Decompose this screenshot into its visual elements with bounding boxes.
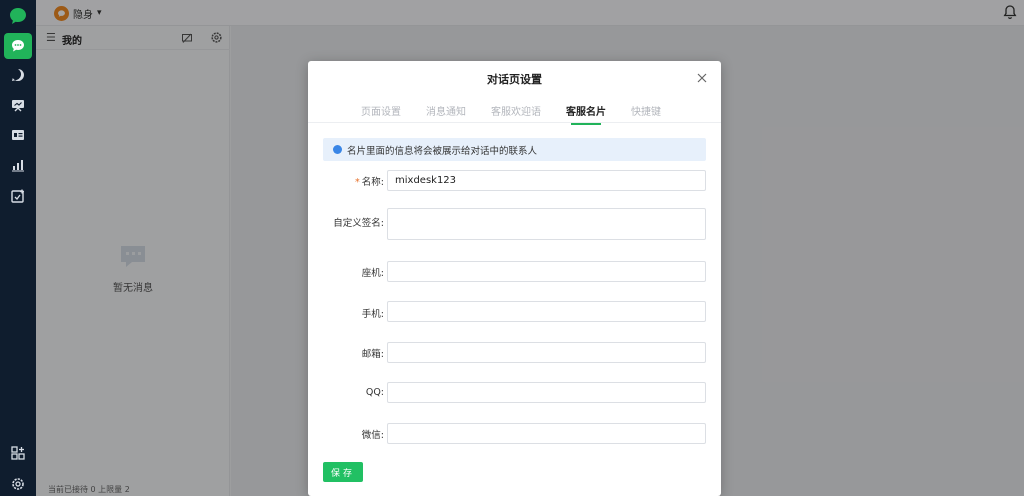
nav-chat[interactable] [4,33,32,59]
info-notice: 名片里面的信息将会被展示给对话中的联系人 [323,138,706,161]
chat-page-settings-dialog: 对话页设置 页面设置 消息通知 客服欢迎语 客服名片 快捷键 名片里面的信息将会… [308,61,721,496]
nav-monitor[interactable] [4,92,32,118]
wechat-input[interactable] [387,423,706,444]
history-icon [12,69,24,81]
tab-shortcuts[interactable]: 快捷键 [631,103,661,123]
ticket-icon [11,189,24,203]
required-mark: * [355,177,360,188]
stats-icon [12,160,24,172]
tab-agent-welcome[interactable]: 客服欢迎语 [491,103,541,123]
info-icon [333,145,342,154]
monitor-icon [12,100,24,112]
save-button[interactable]: 保存 [323,462,363,482]
left-rail [0,0,36,496]
mobile-label: 手机: [361,309,384,320]
nav-settings[interactable] [4,471,32,496]
email-label: 邮箱: [361,349,384,360]
apps-icon [11,446,25,460]
chat-icon [12,40,24,52]
nav-contacts[interactable] [4,122,32,148]
tab-agent-card[interactable]: 客服名片 [566,103,606,125]
nav-tickets[interactable] [4,183,32,209]
name-label: * 名称: [308,174,384,188]
landline-input[interactable] [387,261,706,282]
nav-stats[interactable] [4,152,32,178]
dialog-title: 对话页设置 [487,73,542,86]
nav-apps[interactable] [4,440,32,466]
notice-text: 名片里面的信息将会被展示给对话中的联系人 [347,145,538,157]
name-label-text: 名称: [361,177,384,188]
tab-message-notification[interactable]: 消息通知 [426,103,466,123]
landline-label: 座机: [361,268,384,279]
signature-label: 自定义签名: [333,218,384,229]
email-input[interactable] [387,342,706,363]
tab-page-settings[interactable]: 页面设置 [361,103,401,123]
nav-history[interactable] [4,62,32,88]
signature-textarea[interactable] [387,208,706,240]
qq-input[interactable] [387,382,706,403]
wechat-label: 微信: [361,430,384,441]
settings-icon [12,478,24,490]
logo-icon [10,8,26,24]
name-input[interactable] [387,170,706,191]
qq-label: QQ: [365,387,384,398]
settings-tabs: 页面设置 消息通知 客服欢迎语 客服名片 快捷键 [308,101,721,125]
mobile-input[interactable] [387,301,706,322]
close-icon[interactable] [696,72,708,84]
contact-card-icon [12,130,24,140]
